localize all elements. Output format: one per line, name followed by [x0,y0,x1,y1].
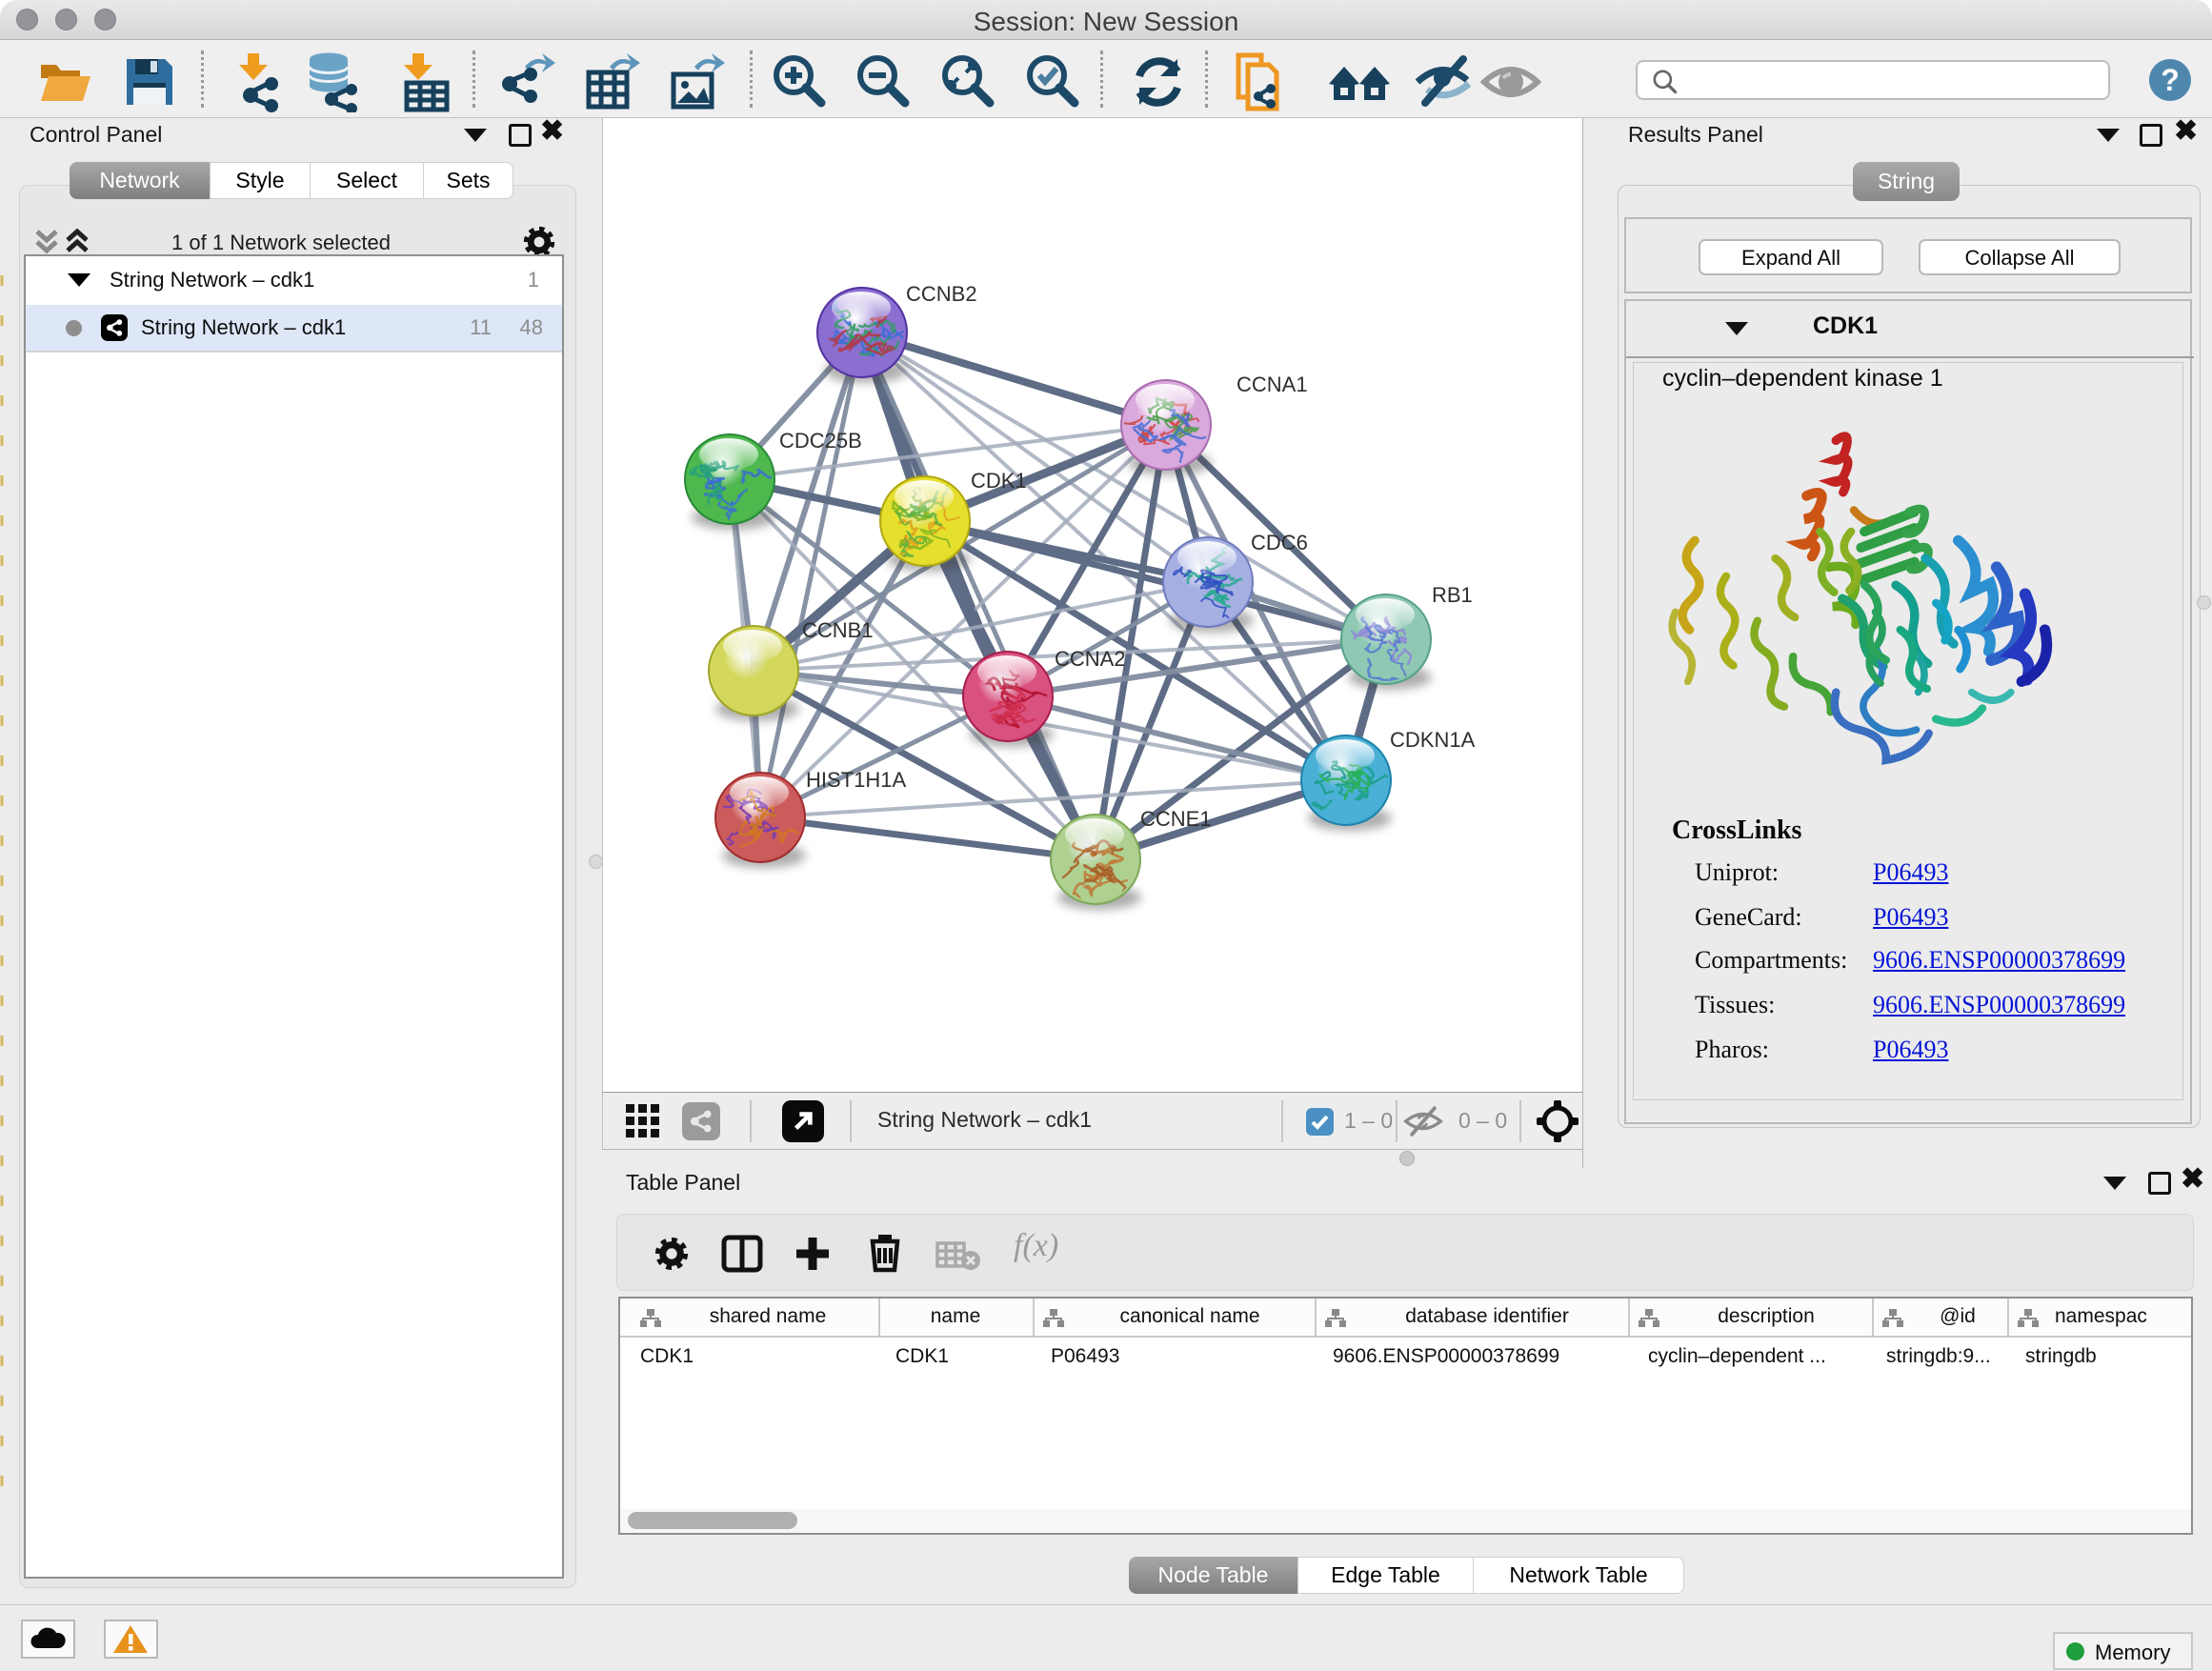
svg-text:CCNB2: CCNB2 [906,282,977,306]
svg-text:CDC25B: CDC25B [779,429,862,453]
svg-text:CCNB1: CCNB1 [802,618,874,642]
svg-text:CCNE1: CCNE1 [1140,807,1212,831]
svg-text:CDC6: CDC6 [1251,531,1308,554]
svg-text:CCNA2: CCNA2 [1055,647,1126,671]
svg-text:CDK1: CDK1 [971,469,1027,493]
svg-text:?: ? [2161,63,2180,97]
svg-text:HIST1H1A: HIST1H1A [806,768,906,792]
svg-text:CDKN1A: CDKN1A [1390,728,1476,752]
svg-text:CCNA1: CCNA1 [1237,372,1308,396]
svg-text:RB1: RB1 [1432,583,1473,607]
